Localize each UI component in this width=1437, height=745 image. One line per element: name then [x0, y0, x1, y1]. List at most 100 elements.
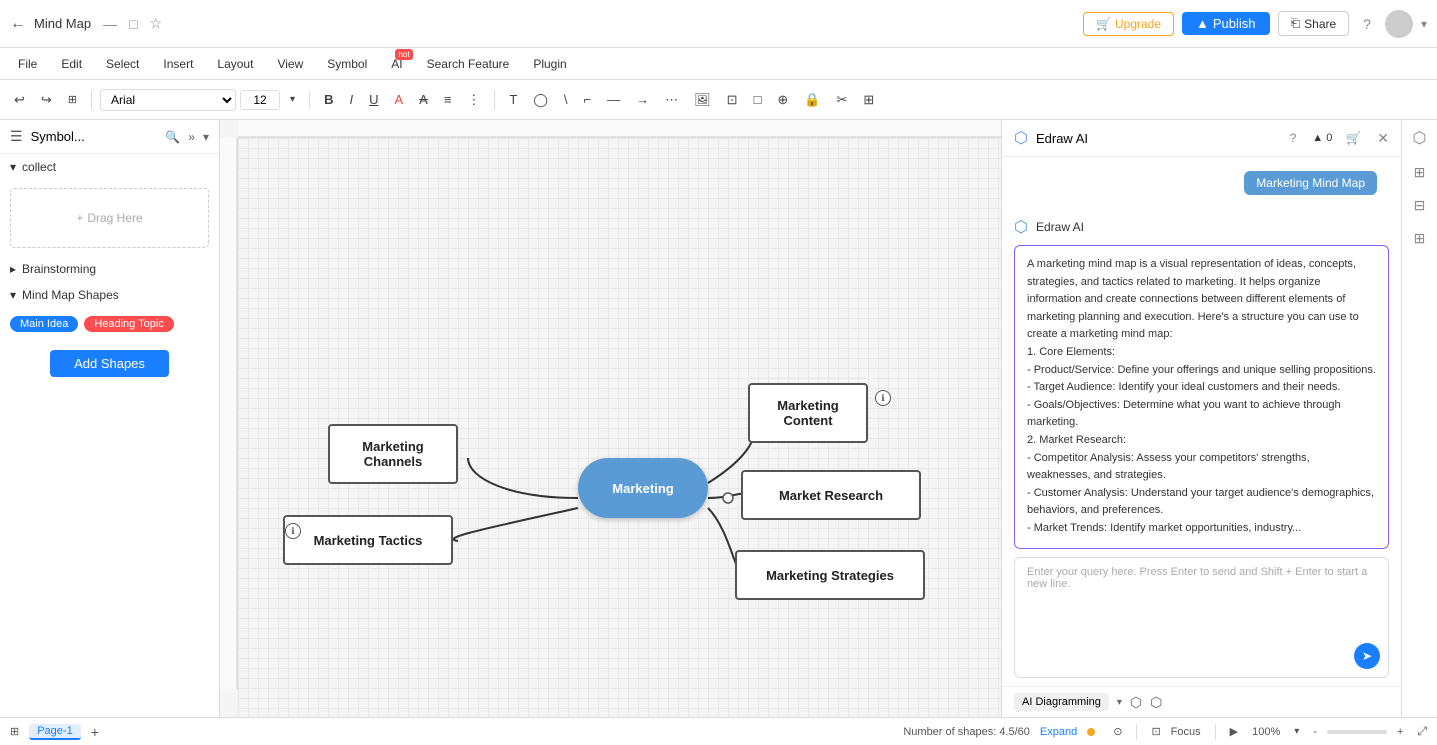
connect-tool[interactable]: ⌐ — [578, 89, 598, 110]
dropdown-arrow-icon[interactable]: ▾ — [1421, 17, 1427, 31]
cut-button[interactable]: ✂ — [831, 89, 854, 111]
layers-icon[interactable]: ⊙ — [1113, 725, 1122, 738]
add-shapes-button[interactable]: Add Shapes — [50, 350, 169, 377]
image-button[interactable]: 🖼 — [688, 89, 717, 111]
font-size-input[interactable] — [240, 90, 280, 110]
publish-button[interactable]: ▲ Publish — [1182, 12, 1270, 35]
underline-button[interactable]: U — [363, 89, 384, 110]
edge-settings-icon[interactable]: ⊞ — [1414, 230, 1426, 247]
ai-bubble-icon: ⬡ — [1014, 217, 1028, 237]
expand-label[interactable]: Expand — [1040, 726, 1077, 738]
shape-tag-main-idea[interactable]: Main Idea — [10, 316, 78, 332]
waypoint-button[interactable]: ⋯ — [659, 89, 684, 111]
node-marketing-strategies[interactable]: Marketing Strategies — [735, 550, 925, 600]
ai-mode-dropdown-icon[interactable]: ▾ — [1117, 697, 1122, 708]
ai-content: A marketing mind map is a visual represe… — [1027, 258, 1376, 534]
edge-diagram-icon[interactable]: ⊞ — [1414, 164, 1426, 181]
zoom-out-button[interactable]: - — [1313, 726, 1317, 738]
focus-label[interactable]: Focus — [1171, 726, 1201, 738]
info-icon-marketing-tactics[interactable]: ℹ — [285, 523, 301, 539]
arrow-style-button[interactable]: → — [630, 89, 655, 110]
font-size-down[interactable]: ▾ — [284, 91, 301, 108]
menu-insert[interactable]: Insert — [153, 55, 203, 73]
ai-cart-icon[interactable]: 🛒 — [1346, 131, 1361, 145]
drag-label: Drag Here — [87, 211, 142, 225]
ai-tool1-icon[interactable]: ⬡ — [1130, 694, 1142, 711]
window-max-icon[interactable]: □ — [129, 16, 137, 32]
drag-area[interactable]: + Drag Here — [10, 188, 209, 248]
user-avatar[interactable] — [1385, 10, 1413, 38]
redo-button[interactable]: ↪ — [35, 89, 58, 111]
zoom-dropdown-icon[interactable]: ▾ — [1294, 726, 1299, 737]
sidebar-collapse-icon[interactable]: » — [188, 130, 195, 144]
upgrade-button[interactable]: 🛒 Upgrade — [1083, 12, 1174, 36]
zoom-slider[interactable] — [1327, 730, 1387, 734]
statusbar: ⊞ Page-1 + Number of shapes: 4.5/60 Expa… — [0, 717, 1437, 745]
menu-layout[interactable]: Layout — [207, 55, 263, 73]
italic-button[interactable]: I — [343, 89, 359, 110]
share-label: Share — [1304, 17, 1336, 31]
menu-file[interactable]: File — [8, 55, 47, 73]
align-left-button[interactable]: ⋮ — [461, 89, 486, 111]
canvas-area[interactable]: // ticks drawn via JS below — [220, 120, 1001, 717]
menu-view[interactable]: View — [267, 55, 313, 73]
table-button[interactable]: ⊞ — [857, 89, 880, 111]
help-icon[interactable]: ? — [1363, 16, 1371, 32]
add-page-icon[interactable]: + — [91, 724, 99, 740]
text-tool[interactable]: T — [503, 89, 523, 110]
menu-plugin[interactable]: Plugin — [523, 55, 576, 73]
ai-input-placeholder: Enter your query here. Press Enter to se… — [1027, 566, 1367, 590]
font-family-select[interactable]: Arial Times New Roman — [100, 89, 236, 111]
node-marketing-tactics[interactable]: Marketing Tactics — [283, 515, 453, 565]
window-min-icon[interactable]: — — [103, 16, 117, 32]
menu-select[interactable]: Select — [96, 55, 149, 73]
edge-format-icon[interactable]: ⬡ — [1413, 128, 1427, 148]
publish-icon: ▲ — [1196, 16, 1209, 31]
node-marketing-content[interactable]: MarketingContent — [748, 383, 868, 443]
edge-grid-icon[interactable]: ⊟ — [1414, 197, 1426, 214]
info-icon-marketing-content[interactable]: ℹ — [875, 390, 891, 406]
zoom-level: 100% — [1252, 726, 1280, 738]
sidebar-section-collect[interactable]: ▾ collect — [0, 154, 219, 180]
layer-button[interactable]: ⊕ — [771, 89, 794, 111]
ai-panel-help-icon[interactable]: ? — [1290, 131, 1297, 145]
font-color-button[interactable]: A — [388, 89, 409, 110]
canvas-grid[interactable]: Marketing MarketingChannels MarketingCon… — [238, 138, 1001, 717]
sidebar-section-mind-map[interactable]: ▾ Mind Map Shapes — [0, 282, 219, 308]
line-style-button[interactable]: — — [601, 89, 626, 110]
share-button[interactable]: ⎗ Share — [1278, 11, 1350, 36]
fullscreen-icon[interactable]: ⤢ — [1417, 724, 1427, 739]
ai-tool2-icon[interactable]: ⬡ — [1150, 694, 1162, 711]
shapes-count-label: Number of shapes: 4.5/60 — [903, 726, 1030, 738]
sidebar-search-icon[interactable]: 🔍 — [165, 130, 180, 144]
line-tool[interactable]: \ — [558, 89, 574, 110]
ai-send-button[interactable]: ➤ — [1354, 643, 1380, 669]
shape-fill-button[interactable]: ◯ — [527, 89, 554, 111]
sidebar-section-brainstorming[interactable]: ▸ Brainstorming — [0, 256, 219, 282]
menu-ai[interactable]: AIhot — [381, 55, 412, 73]
menu-edit[interactable]: Edit — [51, 55, 92, 73]
ai-close-icon[interactable]: ✕ — [1377, 130, 1389, 147]
window-star-icon[interactable]: ☆ — [150, 15, 163, 32]
node-marketing[interactable]: Marketing — [578, 458, 708, 518]
node-marketing-channels[interactable]: MarketingChannels — [328, 424, 458, 484]
statusbar-layout-icon[interactable]: ⊞ — [10, 725, 19, 738]
bold-button[interactable]: B — [318, 89, 339, 110]
undo-button[interactable]: ↩ — [8, 89, 31, 111]
node-market-research[interactable]: Market Research — [741, 470, 921, 520]
border-button[interactable]: □ — [748, 89, 768, 110]
crop-button[interactable]: ⊡ — [721, 89, 744, 111]
shape-tag-heading-topic[interactable]: Heading Topic — [84, 316, 174, 332]
menu-search-feature[interactable]: Search Feature — [417, 55, 520, 73]
menu-symbol[interactable]: Symbol — [317, 55, 377, 73]
play-icon[interactable]: ▶ — [1230, 725, 1238, 738]
sidebar-dropdown-icon[interactable]: ▾ — [203, 130, 209, 144]
toolbar-icon3[interactable]: ⊞ — [62, 90, 83, 109]
back-icon[interactable]: ← — [10, 15, 26, 33]
page-tab-active[interactable]: Page-1 — [29, 724, 80, 740]
lock-button[interactable]: 🔒 — [798, 89, 826, 111]
strikethrough-button[interactable]: A — [413, 89, 434, 110]
align-center-button[interactable]: ≡ — [438, 89, 458, 110]
focus-icon[interactable]: ⊡ — [1151, 725, 1160, 738]
zoom-in-button[interactable]: + — [1397, 726, 1403, 738]
